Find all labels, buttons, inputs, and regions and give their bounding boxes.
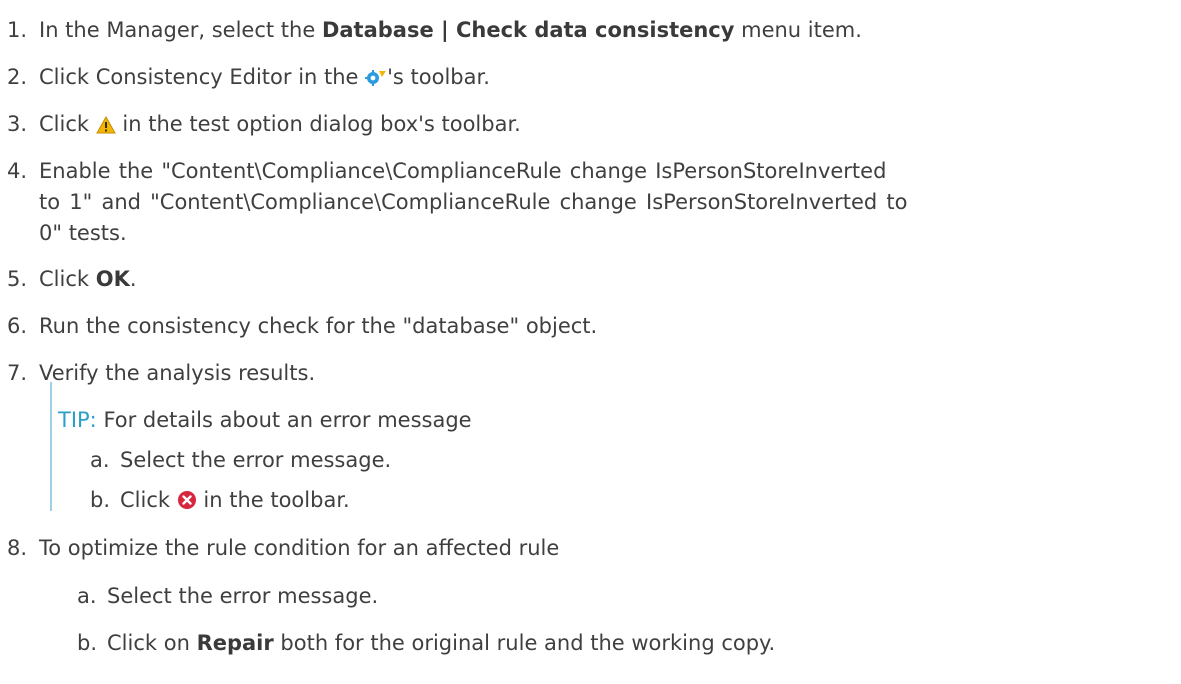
step-number: 3. [7, 112, 28, 136]
error-icon [177, 490, 197, 510]
step-text: To optimize the rule condition for an af… [39, 536, 560, 560]
step-text-part: Click Consistency Editor in the [39, 65, 366, 89]
step-text-part: . [129, 267, 137, 291]
substep-text-part: in the toolbar. [196, 488, 350, 512]
menu-path: Database | Check data consistency [321, 18, 735, 42]
step-text-part: In the Manager, select the [39, 18, 322, 42]
step-text-part: in the test option dialog box's toolbar. [115, 112, 521, 136]
substep-letter: a. [90, 448, 110, 472]
step-text-part: menu item. [734, 18, 862, 42]
step-text: Run the consistency check for the "datab… [39, 314, 598, 338]
step-text-part: Click [39, 267, 96, 291]
step-number: 4. [7, 159, 28, 183]
step-text: In the Manager, select the Database | Ch… [39, 16, 862, 44]
step-number: 6. [7, 314, 28, 338]
step-text: Click Consistency Editor in the 's toolb… [39, 63, 490, 91]
warning-icon [95, 116, 116, 134]
ok-label: OK [95, 267, 130, 291]
tip-label: TIP: [58, 408, 97, 432]
step-text-line: Enable the "Content\Compliance\Complianc… [39, 159, 887, 183]
substep-text: Click in the toolbar. [120, 486, 350, 514]
substep-letter: b. [77, 631, 98, 655]
step-number: 5. [7, 267, 28, 291]
step-text: Click OK. [39, 265, 137, 293]
substep-text: Select the error message. [120, 448, 392, 472]
step-text-part: 's toolbar. [387, 65, 490, 89]
substep-text-part: Click on [107, 631, 197, 655]
substep-text-part: both for the original rule and the worki… [273, 631, 776, 655]
step-number: 1. [7, 18, 28, 42]
substep-letter: b. [90, 488, 111, 512]
procedure-page: { "steps": [ { "number": "1.", "pre": "I… [0, 0, 1181, 684]
tip-bar [50, 382, 52, 511]
substep-letter: a. [77, 584, 97, 608]
tip-body: For details about an error message [96, 408, 472, 432]
step-text-line: 0" tests. [39, 221, 127, 245]
consistency-editor-icon [365, 69, 387, 87]
step-text-part: Click [39, 112, 96, 136]
step-number: 8. [7, 536, 28, 560]
repair-label: Repair [196, 631, 274, 655]
substep-text-part: Click [120, 488, 177, 512]
step-number: 2. [7, 65, 28, 89]
step-number: 7. [7, 361, 28, 385]
step-text: Click in the test option dialog box's to… [39, 110, 521, 138]
substep-text: Select the error message. [107, 584, 379, 608]
tip-text: TIP: For details about an error message [58, 406, 472, 434]
step-text-line: to 1" and "Content\Compliance\Compliance… [39, 190, 908, 214]
step-text: Verify the analysis results. [39, 361, 316, 385]
substep-text: Click on Repair both for the original ru… [107, 629, 775, 657]
